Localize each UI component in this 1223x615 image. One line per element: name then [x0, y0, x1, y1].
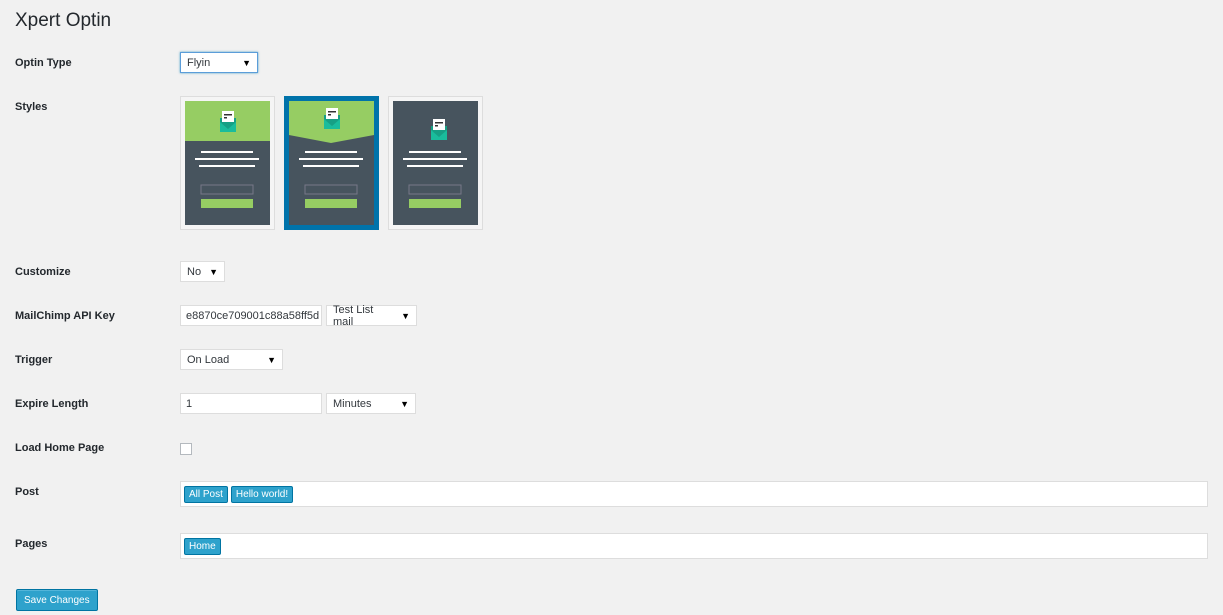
style-option-2[interactable] — [284, 96, 379, 230]
page-title: Xpert Optin — [15, 10, 112, 31]
style-option-1[interactable] — [180, 96, 275, 230]
post-tag-all-post[interactable]: All Post — [184, 485, 228, 503]
optin-type-value: Flyin — [187, 56, 211, 69]
optin-type-select[interactable]: Flyin ▼ — [180, 52, 258, 73]
save-changes-button[interactable]: Save Changes — [16, 589, 98, 611]
styles-label: Styles — [15, 101, 48, 113]
trigger-label: Trigger — [15, 354, 53, 366]
triangle-down-icon: ▼ — [267, 354, 276, 365]
expire-label: Expire Length — [15, 398, 89, 410]
envelope-icon — [324, 108, 340, 129]
mailchimp-list-value: Test List mail — [333, 303, 374, 328]
post-label: Post — [15, 486, 39, 498]
customize-label: Customize — [15, 266, 71, 278]
pages-label: Pages — [15, 538, 48, 550]
mailchimp-api-key-input[interactable]: e8870ce709001c88a58ff5d — [180, 305, 322, 326]
triangle-down-icon: ▼ — [400, 398, 409, 409]
post-tag-input[interactable]: All Post Hello world! — [180, 481, 1208, 507]
post-tag-hello-world[interactable]: Hello world! — [230, 485, 294, 503]
pages-tag-input[interactable]: Home — [180, 533, 1208, 559]
style-preview-dark — [393, 101, 478, 225]
pages-tag-home[interactable]: Home — [184, 537, 221, 555]
customize-value: No — [187, 265, 202, 278]
mailchimp-list-select[interactable]: Test List mail ▼ — [326, 303, 417, 328]
triangle-down-icon: ▼ — [242, 57, 251, 68]
trigger-value: On Load — [187, 353, 230, 366]
load-home-checkbox[interactable] — [180, 443, 192, 455]
triangle-down-icon: ▼ — [401, 310, 410, 321]
expire-unit-value: Minutes — [333, 397, 372, 410]
trigger-select[interactable]: On Load ▼ — [180, 349, 283, 370]
envelope-icon — [431, 119, 447, 140]
customize-select[interactable]: No ▼ — [180, 261, 225, 282]
optin-type-label: Optin Type — [15, 57, 72, 69]
expire-unit-select[interactable]: Minutes ▼ — [326, 393, 416, 414]
expire-length-input[interactable]: 1 — [180, 393, 322, 414]
style-preview-green-header — [185, 101, 270, 225]
triangle-down-icon: ▼ — [209, 266, 218, 277]
envelope-icon — [220, 111, 236, 132]
style-preview-chevron-header — [289, 101, 374, 225]
style-option-3[interactable] — [388, 96, 483, 230]
load-home-label: Load Home Page — [15, 442, 105, 454]
mailchimp-label: MailChimp API Key — [15, 310, 115, 322]
